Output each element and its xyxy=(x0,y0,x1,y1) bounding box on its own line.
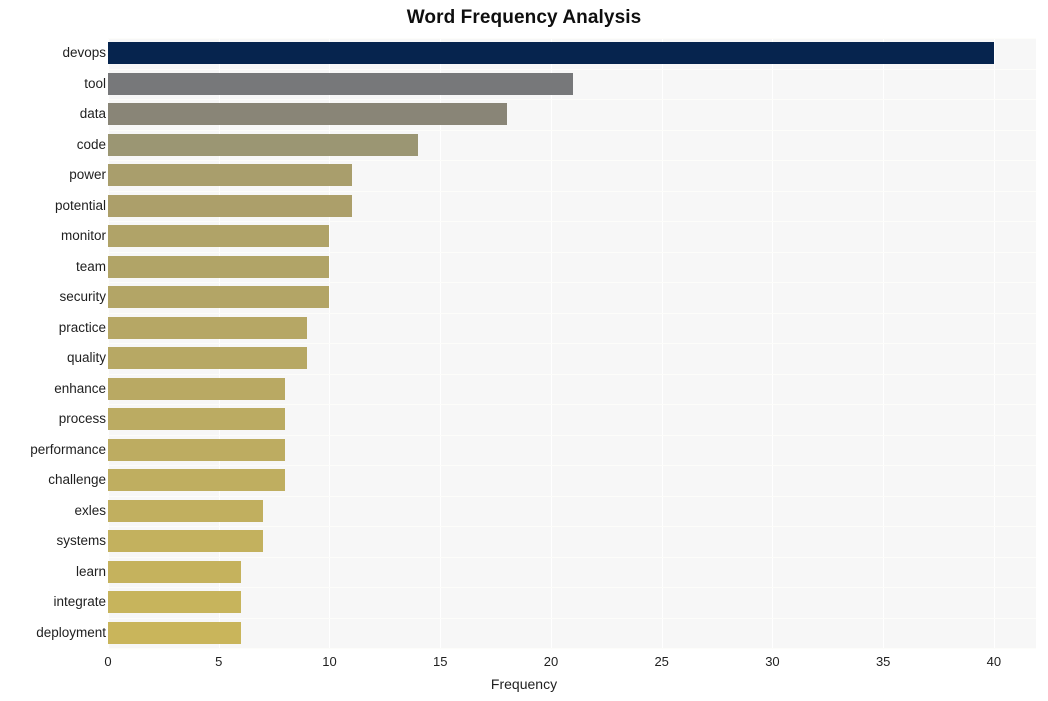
y-axis-tick-label: deployment xyxy=(36,624,106,640)
x-axis-tick-label: 5 xyxy=(215,654,223,669)
word-frequency-bar-chart: Word Frequency Analysis devops tool data co… xyxy=(0,0,1048,701)
y-axis-tick-labels: devops tool data code power potential monitor t… xyxy=(0,38,1048,648)
y-axis-tick-label: power xyxy=(69,167,106,183)
y-axis-tick-label: enhance xyxy=(54,380,106,396)
x-axis-tick-label: 15 xyxy=(432,654,448,669)
y-axis-tick-label: tool xyxy=(84,75,106,91)
chart-title: Word Frequency Analysis xyxy=(406,7,642,28)
x-axis-tick-label: 30 xyxy=(765,654,780,669)
y-axis-tick-label: systems xyxy=(56,533,106,549)
y-axis-tick-label: performance xyxy=(30,441,106,457)
y-axis-tick-label: data xyxy=(79,106,106,122)
y-axis-tick-label: challenge xyxy=(48,472,106,488)
y-axis-tick-label: security xyxy=(59,289,106,305)
y-axis-tick-label: learn xyxy=(75,563,106,579)
y-axis-tick-label: practice xyxy=(58,319,106,335)
y-axis-tick-label: integrate xyxy=(53,594,106,610)
y-axis-tick-label: monitor xyxy=(60,228,106,244)
x-axis-tick-label: 20 xyxy=(543,654,559,669)
x-axis-tick-label: 35 xyxy=(875,654,891,669)
y-axis-tick-label: exles xyxy=(74,502,106,518)
y-axis-tick-label: quality xyxy=(66,350,106,366)
x-axis-tick-label: 10 xyxy=(322,654,337,669)
y-axis-tick-label: team xyxy=(75,258,106,274)
y-axis-tick-label: process xyxy=(58,411,106,427)
x-axis-title: Frequency xyxy=(490,676,558,692)
y-axis-tick-label: code xyxy=(76,136,106,152)
x-axis-tick-label: 0 xyxy=(104,654,112,669)
y-axis-tick-label: devops xyxy=(62,45,106,61)
x-axis: 0 5 10 15 20 25 30 35 40 Frequency xyxy=(0,648,1048,701)
x-axis-tick-label: 40 xyxy=(986,654,1002,669)
x-axis-tick-label: 25 xyxy=(654,654,669,669)
y-axis-tick-label: potential xyxy=(54,197,106,213)
